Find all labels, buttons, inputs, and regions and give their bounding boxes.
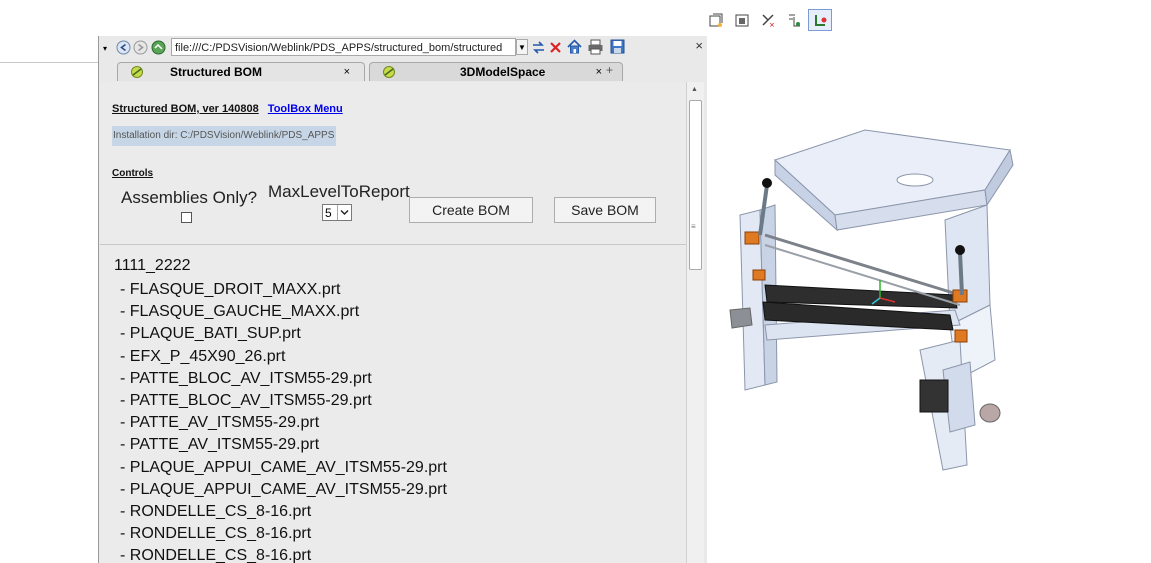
model-viewport[interactable] (705, 40, 1151, 563)
tab-3dmodelspace[interactable]: 3DModelSpace × (369, 62, 623, 81)
tree-pane-divider (0, 62, 98, 63)
url-dropdown-icon[interactable]: ▼ (516, 39, 528, 55)
datum-display-icon[interactable]: × (756, 9, 780, 31)
install-dir-label: Installation dir: C:/PDSVision/Weblink/P… (112, 126, 337, 146)
stop-icon[interactable] (548, 40, 563, 55)
list-item: - FLASQUE_GAUCHE_MAXX.prt (120, 303, 360, 321)
new-tab-icon[interactable]: + (606, 63, 613, 77)
annotation-display-icon[interactable] (782, 9, 806, 31)
vertical-scrollbar[interactable]: ▲ ≡ (686, 82, 704, 563)
tab-close-icon[interactable]: × (344, 63, 350, 82)
render-style-icon[interactable] (730, 9, 754, 31)
save-icon[interactable] (609, 38, 626, 55)
list-item: - FLASQUE_DROIT_MAXX.prt (120, 281, 341, 298)
tab-close-icon[interactable]: × (596, 63, 602, 82)
home-icon[interactable] (566, 38, 583, 55)
assemblies-only-label: Assemblies Only? (121, 188, 258, 207)
address-bar-row: ▾ file:///C:/PDSVision/Weblink/PDS_APPS/… (99, 36, 707, 60)
tab-bar: Structured BOM × 3DModelSpace × + (99, 62, 707, 82)
list-item: - RONDELLE_CS_8-16.prt (120, 502, 312, 520)
max-level-label: MaxLevelToReport (268, 182, 410, 201)
list-item: - PATTE_BLOC_AV_ITSM55-29.prt (120, 391, 372, 409)
tab-label: 3DModelSpace (460, 65, 546, 79)
cad-model (729, 129, 1014, 471)
list-item: - RONDELLE_CS_8-16.prt (120, 547, 312, 563)
tab-label: Structured BOM (170, 65, 263, 79)
bom-list: - FLASQUE_DROIT_MAXX.prt - FLASQUE_GAUCH… (120, 279, 447, 563)
close-browser-icon[interactable]: × (695, 38, 703, 53)
list-item: - PLAQUE_APPUI_CAME_AV_ITSM55-29.prt (120, 458, 447, 476)
list-item: - PATTE_AV_ITSM55-29.prt (120, 436, 320, 454)
max-level-select[interactable]: 5 (322, 204, 352, 221)
list-item: - EFX_P_45X90_26.prt (120, 347, 286, 365)
scroll-thumb[interactable] (689, 100, 702, 270)
print-icon[interactable] (587, 38, 604, 55)
list-item: - PATTE_AV_ITSM55-29.prt (120, 414, 320, 432)
forward-icon[interactable] (133, 40, 148, 55)
create-bom-button[interactable]: Create BOM (409, 197, 533, 223)
max-level-value: 5 (325, 206, 332, 220)
save-bom-button[interactable]: Save BOM (554, 197, 656, 223)
page-content: Structured BOM, ver 140808 ToolBox Menu … (100, 82, 686, 563)
bom-root: 1111_2222 (114, 257, 191, 274)
page-header: Structured BOM, ver 140808 ToolBox Menu (112, 103, 343, 115)
view-toolbar: × (704, 9, 832, 31)
list-item: - RONDELLE_CS_8-16.prt (120, 525, 312, 543)
page-icon (383, 66, 395, 78)
refresh-icon[interactable] (531, 40, 546, 55)
chevron-down-icon (337, 205, 351, 220)
list-item: - PLAQUE_BATI_SUP.prt (120, 325, 301, 343)
assemblies-only-checkbox[interactable] (181, 212, 192, 223)
list-item: - PLAQUE_APPUI_CAME_AV_ITSM55-29.prt (120, 480, 447, 498)
url-input[interactable]: file:///C:/PDSVision/Weblink/PDS_APPS/st… (171, 38, 516, 56)
embedded-browser: ▾ file:///C:/PDSVision/Weblink/PDS_APPS/… (98, 36, 707, 563)
spin-center-icon[interactable] (808, 9, 832, 31)
divider (100, 244, 686, 245)
scroll-up-icon[interactable]: ▲ (691, 86, 698, 93)
page-icon (131, 66, 143, 78)
list-item: - PATTE_BLOC_AV_ITSM55-29.prt (120, 369, 372, 387)
tab-structured-bom[interactable]: Structured BOM × (117, 62, 365, 81)
go-icon[interactable] (151, 40, 166, 55)
svg-text:×: × (769, 21, 775, 28)
toolbox-menu-link[interactable]: ToolBox Menu (268, 103, 343, 115)
back-icon[interactable] (116, 40, 131, 55)
grip-icon: ≡ (691, 222, 696, 231)
page-title: Structured BOM, ver 140808 (112, 103, 259, 115)
saved-views-icon[interactable] (704, 9, 728, 31)
controls-heading: Controls (112, 168, 154, 179)
